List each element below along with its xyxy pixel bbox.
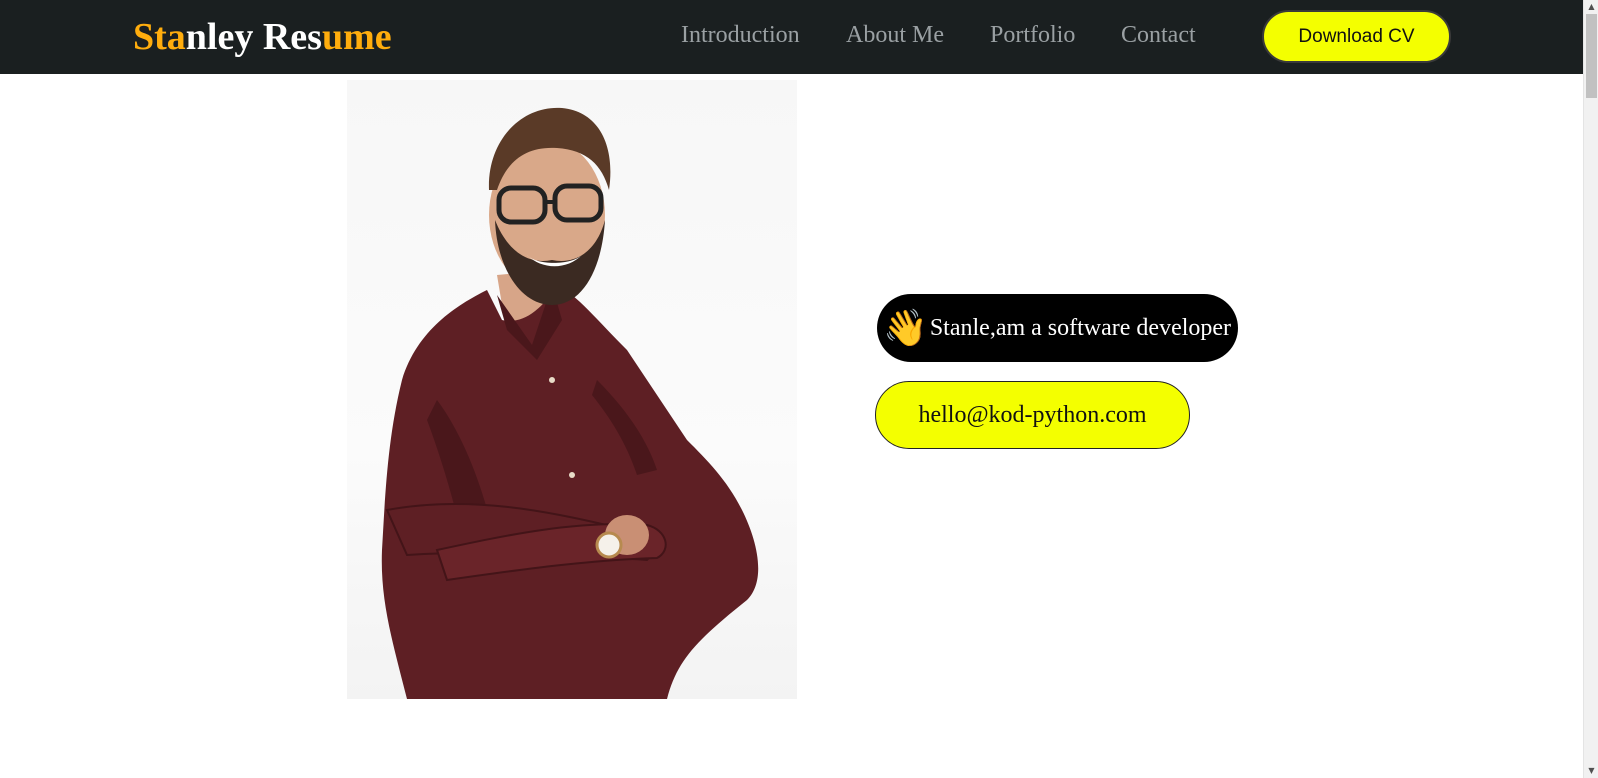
scrollbar-thumb[interactable] [1586, 14, 1597, 98]
email-button[interactable]: hello@kod-python.com [875, 381, 1190, 449]
scroll-down-icon[interactable]: ▼ [1584, 764, 1598, 778]
logo-part-res: Res [262, 16, 322, 58]
portrait-illustration [381, 107, 759, 699]
greeting-text: Stanle,am a software developer [929, 314, 1232, 341]
navbar: Stanley Resume Introduction About Me Por… [0, 0, 1583, 74]
logo-space [253, 16, 263, 58]
logo-part-ume: ume [321, 16, 392, 58]
profile-photo [347, 80, 797, 699]
nav-link-contact[interactable]: Contact [1121, 20, 1196, 50]
waving-hand-icon: 👋 [883, 308, 928, 348]
nav-link-about-me[interactable]: About Me [846, 20, 944, 50]
logo-part-nley: nley [185, 16, 254, 58]
download-cv-button[interactable]: Download CV [1262, 10, 1451, 63]
site-logo[interactable]: Stanley Resume [133, 14, 392, 60]
vertical-scrollbar[interactable]: ▲ ▼ [1583, 0, 1598, 778]
greeting-pill: 👋 Stanle,am a software developer [877, 294, 1238, 362]
nav-link-portfolio[interactable]: Portfolio [990, 20, 1075, 50]
logo-part-sta: Sta [133, 16, 186, 58]
nav-link-introduction[interactable]: Introduction [681, 20, 800, 50]
scroll-up-icon[interactable]: ▲ [1584, 0, 1598, 14]
